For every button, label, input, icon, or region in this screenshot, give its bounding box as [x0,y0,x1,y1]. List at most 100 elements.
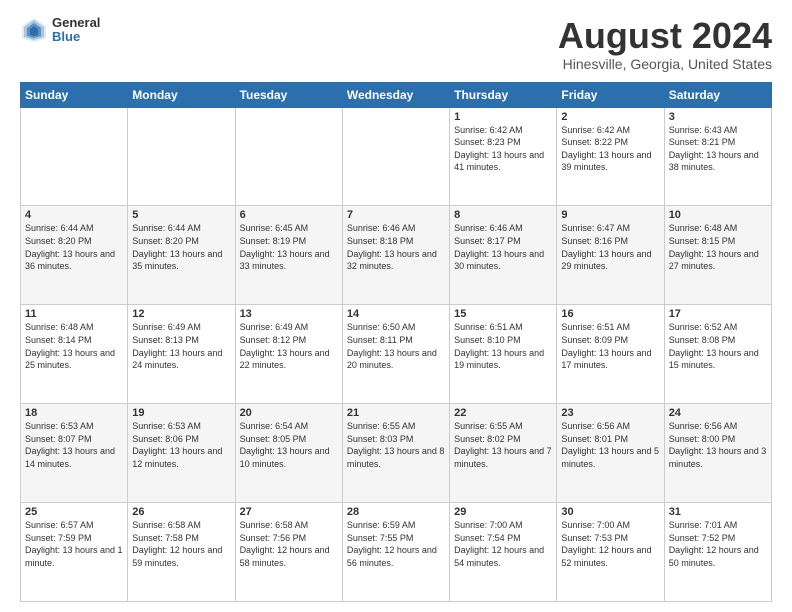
day-info: Sunrise: 6:50 AM Sunset: 8:11 PM Dayligh… [347,321,445,371]
day-number: 9 [561,209,659,221]
day-number: 31 [669,506,767,518]
cell-w3-d2: 20Sunrise: 6:54 AM Sunset: 8:05 PM Dayli… [235,404,342,503]
day-number: 24 [669,407,767,419]
page: General Blue August 2024 Hinesville, Geo… [0,0,792,612]
day-number: 21 [347,407,445,419]
day-info: Sunrise: 6:44 AM Sunset: 8:20 PM Dayligh… [132,222,230,272]
day-number: 17 [669,308,767,320]
calendar-table: Sunday Monday Tuesday Wednesday Thursday… [20,82,772,602]
cell-w0-d5: 2Sunrise: 6:42 AM Sunset: 8:22 PM Daylig… [557,107,664,206]
cell-w4-d6: 31Sunrise: 7:01 AM Sunset: 7:52 PM Dayli… [664,503,771,602]
day-info: Sunrise: 6:48 AM Sunset: 8:15 PM Dayligh… [669,222,767,272]
day-info: Sunrise: 6:55 AM Sunset: 8:03 PM Dayligh… [347,420,445,470]
day-info: Sunrise: 6:58 AM Sunset: 7:58 PM Dayligh… [132,519,230,569]
cell-w1-d1: 5Sunrise: 6:44 AM Sunset: 8:20 PM Daylig… [128,206,235,305]
day-number: 2 [561,111,659,123]
day-number: 26 [132,506,230,518]
cell-w2-d3: 14Sunrise: 6:50 AM Sunset: 8:11 PM Dayli… [342,305,449,404]
weekday-header-row: Sunday Monday Tuesday Wednesday Thursday… [21,82,772,107]
day-info: Sunrise: 6:52 AM Sunset: 8:08 PM Dayligh… [669,321,767,371]
day-number: 18 [25,407,123,419]
day-number: 15 [454,308,552,320]
cell-w0-d6: 3Sunrise: 6:43 AM Sunset: 8:21 PM Daylig… [664,107,771,206]
cell-w0-d1 [128,107,235,206]
day-info: Sunrise: 7:01 AM Sunset: 7:52 PM Dayligh… [669,519,767,569]
cell-w2-d0: 11Sunrise: 6:48 AM Sunset: 8:14 PM Dayli… [21,305,128,404]
day-info: Sunrise: 6:56 AM Sunset: 8:00 PM Dayligh… [669,420,767,470]
title-block: August 2024 Hinesville, Georgia, United … [558,16,772,72]
day-number: 1 [454,111,552,123]
day-info: Sunrise: 6:55 AM Sunset: 8:02 PM Dayligh… [454,420,552,470]
day-number: 19 [132,407,230,419]
cell-w2-d6: 17Sunrise: 6:52 AM Sunset: 8:08 PM Dayli… [664,305,771,404]
logo-text: General Blue [52,16,100,45]
day-info: Sunrise: 7:00 AM Sunset: 7:54 PM Dayligh… [454,519,552,569]
col-friday: Friday [557,82,664,107]
cell-w4-d3: 28Sunrise: 6:59 AM Sunset: 7:55 PM Dayli… [342,503,449,602]
week-row-1: 4Sunrise: 6:44 AM Sunset: 8:20 PM Daylig… [21,206,772,305]
day-info: Sunrise: 6:43 AM Sunset: 8:21 PM Dayligh… [669,124,767,174]
cell-w1-d3: 7Sunrise: 6:46 AM Sunset: 8:18 PM Daylig… [342,206,449,305]
day-info: Sunrise: 6:59 AM Sunset: 7:55 PM Dayligh… [347,519,445,569]
day-number: 25 [25,506,123,518]
day-number: 6 [240,209,338,221]
col-sunday: Sunday [21,82,128,107]
cell-w0-d0 [21,107,128,206]
month-title: August 2024 [558,16,772,56]
day-info: Sunrise: 6:47 AM Sunset: 8:16 PM Dayligh… [561,222,659,272]
col-wednesday: Wednesday [342,82,449,107]
day-info: Sunrise: 6:51 AM Sunset: 8:09 PM Dayligh… [561,321,659,371]
day-info: Sunrise: 7:00 AM Sunset: 7:53 PM Dayligh… [561,519,659,569]
cell-w1-d0: 4Sunrise: 6:44 AM Sunset: 8:20 PM Daylig… [21,206,128,305]
day-number: 4 [25,209,123,221]
day-info: Sunrise: 6:42 AM Sunset: 8:22 PM Dayligh… [561,124,659,174]
logo: General Blue [20,16,100,45]
week-row-0: 1Sunrise: 6:42 AM Sunset: 8:23 PM Daylig… [21,107,772,206]
day-info: Sunrise: 6:42 AM Sunset: 8:23 PM Dayligh… [454,124,552,174]
header: General Blue August 2024 Hinesville, Geo… [20,16,772,72]
col-monday: Monday [128,82,235,107]
day-info: Sunrise: 6:44 AM Sunset: 8:20 PM Dayligh… [25,222,123,272]
day-info: Sunrise: 6:46 AM Sunset: 8:18 PM Dayligh… [347,222,445,272]
cell-w3-d5: 23Sunrise: 6:56 AM Sunset: 8:01 PM Dayli… [557,404,664,503]
day-info: Sunrise: 6:48 AM Sunset: 8:14 PM Dayligh… [25,321,123,371]
day-number: 22 [454,407,552,419]
day-number: 30 [561,506,659,518]
cell-w2-d5: 16Sunrise: 6:51 AM Sunset: 8:09 PM Dayli… [557,305,664,404]
location: Hinesville, Georgia, United States [558,56,772,72]
day-number: 12 [132,308,230,320]
week-row-3: 18Sunrise: 6:53 AM Sunset: 8:07 PM Dayli… [21,404,772,503]
cell-w4-d5: 30Sunrise: 7:00 AM Sunset: 7:53 PM Dayli… [557,503,664,602]
day-number: 23 [561,407,659,419]
cell-w2-d1: 12Sunrise: 6:49 AM Sunset: 8:13 PM Dayli… [128,305,235,404]
cell-w4-d0: 25Sunrise: 6:57 AM Sunset: 7:59 PM Dayli… [21,503,128,602]
cell-w3-d3: 21Sunrise: 6:55 AM Sunset: 8:03 PM Dayli… [342,404,449,503]
day-info: Sunrise: 6:49 AM Sunset: 8:12 PM Dayligh… [240,321,338,371]
cell-w2-d4: 15Sunrise: 6:51 AM Sunset: 8:10 PM Dayli… [450,305,557,404]
day-number: 10 [669,209,767,221]
cell-w3-d1: 19Sunrise: 6:53 AM Sunset: 8:06 PM Dayli… [128,404,235,503]
day-info: Sunrise: 6:51 AM Sunset: 8:10 PM Dayligh… [454,321,552,371]
week-row-2: 11Sunrise: 6:48 AM Sunset: 8:14 PM Dayli… [21,305,772,404]
day-info: Sunrise: 6:46 AM Sunset: 8:17 PM Dayligh… [454,222,552,272]
day-info: Sunrise: 6:53 AM Sunset: 8:06 PM Dayligh… [132,420,230,470]
day-info: Sunrise: 6:56 AM Sunset: 8:01 PM Dayligh… [561,420,659,470]
day-number: 27 [240,506,338,518]
day-number: 28 [347,506,445,518]
day-info: Sunrise: 6:49 AM Sunset: 8:13 PM Dayligh… [132,321,230,371]
logo-icon [20,16,48,44]
cell-w2-d2: 13Sunrise: 6:49 AM Sunset: 8:12 PM Dayli… [235,305,342,404]
day-number: 29 [454,506,552,518]
cell-w1-d2: 6Sunrise: 6:45 AM Sunset: 8:19 PM Daylig… [235,206,342,305]
day-info: Sunrise: 6:53 AM Sunset: 8:07 PM Dayligh… [25,420,123,470]
day-number: 11 [25,308,123,320]
day-number: 16 [561,308,659,320]
col-tuesday: Tuesday [235,82,342,107]
cell-w1-d4: 8Sunrise: 6:46 AM Sunset: 8:17 PM Daylig… [450,206,557,305]
col-thursday: Thursday [450,82,557,107]
day-number: 14 [347,308,445,320]
cell-w0-d4: 1Sunrise: 6:42 AM Sunset: 8:23 PM Daylig… [450,107,557,206]
day-number: 13 [240,308,338,320]
cell-w3-d6: 24Sunrise: 6:56 AM Sunset: 8:00 PM Dayli… [664,404,771,503]
cell-w3-d4: 22Sunrise: 6:55 AM Sunset: 8:02 PM Dayli… [450,404,557,503]
